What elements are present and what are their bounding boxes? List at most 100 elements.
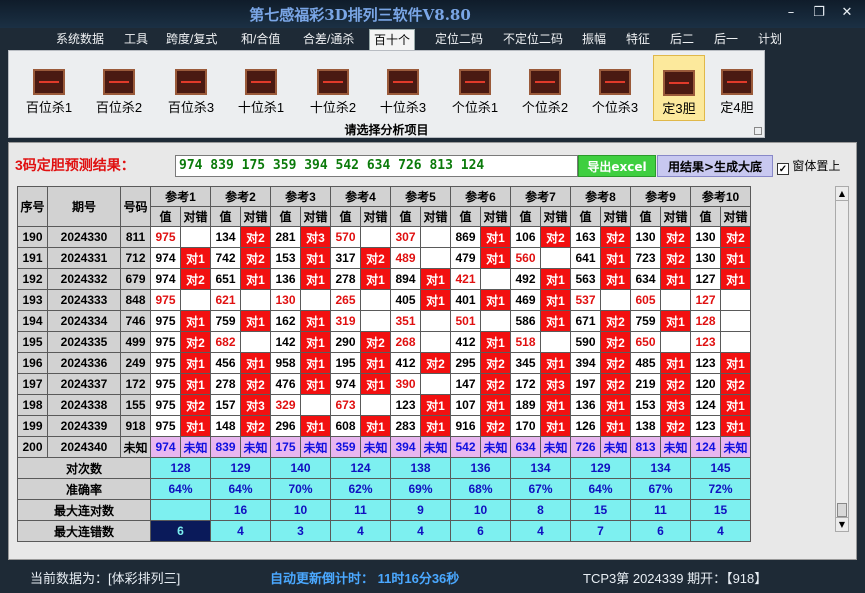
scroll-thumb[interactable] xyxy=(837,503,847,517)
ref-value-cell: 130 xyxy=(690,226,721,248)
table-row[interactable]: 196 2024336 249 975 对1 456 对1 958 对1 195 对1 412 对2 29… xyxy=(17,352,751,374)
vertical-scrollbar[interactable]: ▲ ▼ xyxy=(835,186,849,532)
ribbon-button[interactable]: 个位杀2 xyxy=(513,55,577,121)
scroll-up-icon[interactable]: ▲ xyxy=(836,187,848,201)
ref-judge-cell: 对1 xyxy=(720,247,751,269)
ref-value-cell: 671 xyxy=(570,310,601,332)
chart-icon xyxy=(317,69,349,95)
checkbox-check-icon[interactable]: ✓ xyxy=(777,163,789,175)
restore-icon[interactable]: ❐ xyxy=(808,4,830,22)
menu-item[interactable]: 系统数据 xyxy=(56,30,104,48)
table-row[interactable]: 192 2024332 679 974 对2 651 对1 136 对1 278 对1 894 对1 42… xyxy=(17,268,751,290)
ref-value-cell: 394 xyxy=(570,352,601,374)
table-row[interactable]: 191 2024331 712 974 对1 742 对2 153 对1 317 对2 489 479 对… xyxy=(17,247,751,269)
ribbon-button[interactable]: 十位杀3 xyxy=(371,55,435,121)
scroll-down-icon[interactable]: ▼ xyxy=(836,517,848,531)
menu-item[interactable]: 振幅 xyxy=(582,30,606,48)
ref-value-cell: 958 xyxy=(270,352,301,374)
ref-value-cell: 485 xyxy=(630,352,661,374)
ribbon-button[interactable]: 百位杀2 xyxy=(87,55,151,121)
ref-value-cell: 219 xyxy=(630,373,661,395)
number-cell: 155 xyxy=(120,394,151,416)
ribbon-expand-icon[interactable] xyxy=(754,127,762,135)
ref-judge-cell: 对1 xyxy=(360,352,391,374)
ref-judge-cell: 对2 xyxy=(240,373,271,395)
menu-item[interactable]: 跨度/复式 xyxy=(166,30,217,48)
ribbon-button[interactable]: 百位杀3 xyxy=(159,55,223,121)
reference-group-header: 参考10 xyxy=(690,186,751,207)
ref-judge-cell: 对3 xyxy=(660,394,691,416)
table-row[interactable]: 198 2024338 155 975 对2 157 对3 329 673 123 对1 107 对1 1… xyxy=(17,394,751,416)
value-subheader: 值 xyxy=(450,206,481,227)
pending-judge-cell: 未知 xyxy=(600,436,631,458)
menu-item[interactable]: 合差/通杀 xyxy=(303,30,354,48)
pending-row[interactable]: 200 2024340 未知 974 未知 839 未知 175 未知 359 未知 394 未知 542… xyxy=(17,436,751,458)
ribbon-button[interactable]: 定4胆 xyxy=(713,55,761,121)
ref-judge-cell xyxy=(540,247,571,269)
ribbon-button[interactable]: 十位杀2 xyxy=(301,55,365,121)
period-cell: 2024334 xyxy=(47,310,121,332)
number-cell: 918 xyxy=(120,415,151,437)
number-cell: 未知 xyxy=(120,436,151,458)
menu-item[interactable]: 工具 xyxy=(124,30,148,48)
ref-value-cell: 153 xyxy=(270,247,301,269)
ref-judge-cell: 对1 xyxy=(420,415,451,437)
menu-item[interactable]: 不定位二码 xyxy=(503,30,563,48)
ref-value-cell: 975 xyxy=(150,310,181,332)
export-excel-button[interactable]: 导出excel xyxy=(578,155,656,177)
table-row[interactable]: 195 2024335 499 975 对2 682 142 对1 290 对2 268 412 对1 5… xyxy=(17,331,751,353)
reference-group-header: 参考7 xyxy=(510,186,571,207)
ref-value-cell: 127 xyxy=(690,268,721,290)
menu-item[interactable]: 定位二码 xyxy=(435,30,483,48)
summary-value: 8 xyxy=(510,499,571,521)
ref-value-cell: 130 xyxy=(270,289,301,311)
generate-base-button[interactable]: 用结果>生成大底 xyxy=(657,155,773,177)
minimize-icon[interactable]: – xyxy=(780,4,802,22)
status-bar: 当前数据为：[体彩排列三] 自动更新倒计时： 11时16分36秒 TCP3第 2… xyxy=(0,564,865,593)
judge-subheader: 对错 xyxy=(480,206,511,227)
value-subheader: 值 xyxy=(270,206,301,227)
ref-value-cell: 307 xyxy=(390,226,421,248)
menu-item[interactable]: 后一 xyxy=(714,30,738,48)
column-header: 号码 xyxy=(120,186,151,227)
pending-judge-cell: 未知 xyxy=(360,436,391,458)
ref-value-cell: 975 xyxy=(150,226,181,248)
ref-judge-cell: 对2 xyxy=(480,415,511,437)
ref-judge-cell: 对2 xyxy=(360,331,391,353)
ribbon-button[interactable]: 百位杀1 xyxy=(17,55,81,121)
table-row[interactable]: 194 2024334 746 975 对1 759 对1 162 对1 319 351 501 586… xyxy=(17,310,751,332)
pending-judge-cell: 未知 xyxy=(480,436,511,458)
result-label: 3码定胆预测结果： xyxy=(15,157,135,173)
judge-subheader: 对错 xyxy=(660,206,691,227)
ribbon-button[interactable]: 十位杀1 xyxy=(229,55,293,121)
ribbon-button[interactable]: 定3胆 xyxy=(653,55,705,121)
menu-item[interactable]: 计划 xyxy=(758,30,782,48)
summary-label: 对次数 xyxy=(17,457,151,479)
menu-item[interactable]: 百十个 xyxy=(369,29,416,50)
ref-judge-cell: 对1 xyxy=(240,352,271,374)
close-icon[interactable]: ✕ xyxy=(836,4,858,22)
ref-judge-cell: 对2 xyxy=(660,226,691,248)
menu-item[interactable]: 后二 xyxy=(670,30,694,48)
table-row[interactable]: 190 2024330 811 975 134 对2 281 对3 570 307 869 对1 106… xyxy=(17,226,751,248)
ref-judge-cell: 对1 xyxy=(600,415,631,437)
menu-item[interactable]: 特征 xyxy=(626,30,650,48)
table-row[interactable]: 193 2024333 848 975 621 130 265 405 对1 401 对1 469 对1… xyxy=(17,289,751,311)
ribbon-button[interactable]: 个位杀1 xyxy=(443,55,507,121)
pending-judge-cell: 未知 xyxy=(240,436,271,458)
topmost-checkbox[interactable]: ✓ 窗体置上 xyxy=(777,157,840,175)
ref-judge-cell: 对2 xyxy=(660,247,691,269)
table-row[interactable]: 199 2024339 918 975 对1 148 对2 296 对1 608 对1 283 对1 91… xyxy=(17,415,751,437)
result-field[interactable]: 974 839 175 359 394 542 634 726 813 124 xyxy=(175,155,578,177)
period-cell: 2024333 xyxy=(47,289,121,311)
summary-value: 138 xyxy=(390,457,451,479)
menu-item[interactable]: 和/合值 xyxy=(241,30,280,48)
ref-value-cell: 127 xyxy=(690,289,721,311)
summary-value: 129 xyxy=(210,457,271,479)
table-row[interactable]: 197 2024337 172 975 对1 278 对2 476 对1 974 对1 390 147 对… xyxy=(17,373,751,395)
seq-cell: 191 xyxy=(17,247,48,269)
ribbon-button[interactable]: 个位杀3 xyxy=(583,55,647,121)
ref-judge-cell: 对2 xyxy=(600,310,631,332)
ribbon-button-label: 百位杀1 xyxy=(25,100,73,115)
pending-value-cell: 813 xyxy=(630,436,661,458)
